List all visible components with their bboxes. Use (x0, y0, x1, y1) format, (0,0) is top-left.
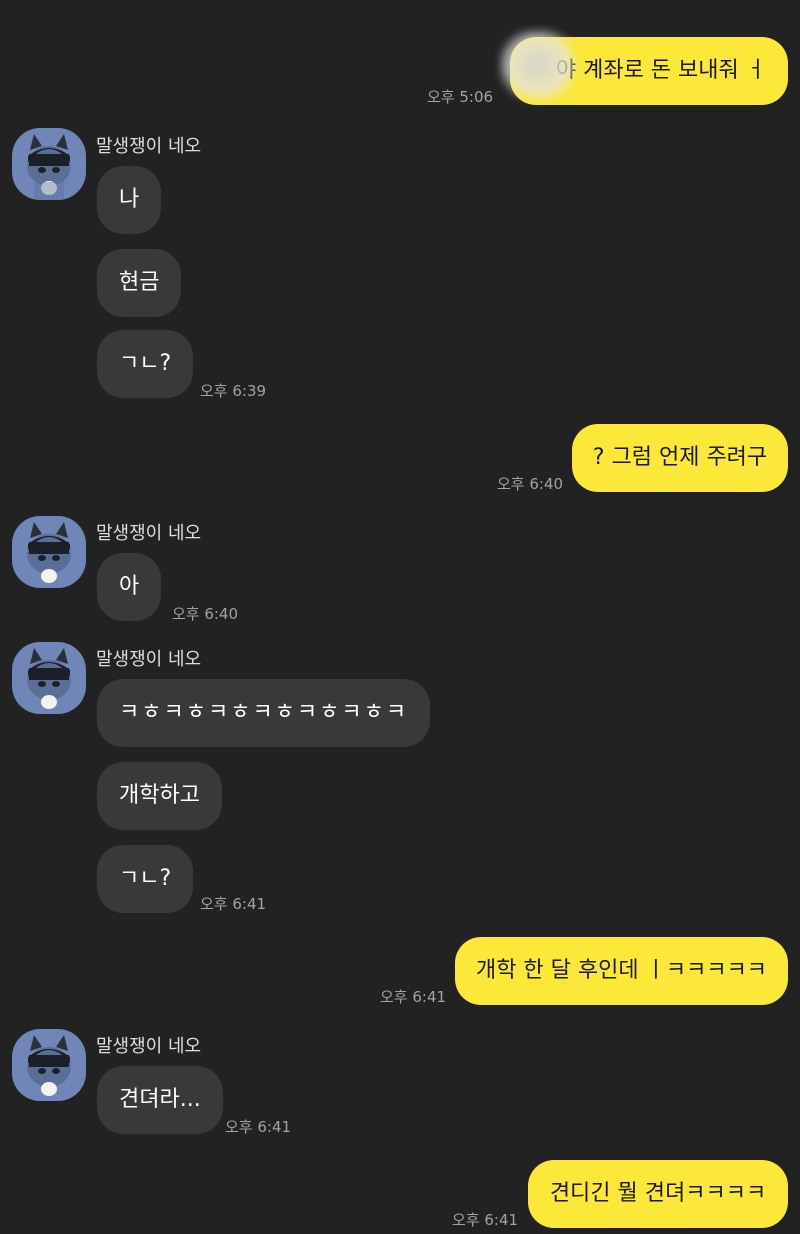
message-time: 오후 6:41 (200, 895, 267, 913)
neo-character-icon (27, 522, 71, 583)
message-text: 아 (119, 574, 140, 599)
redaction-blur (500, 30, 576, 100)
avatar[interactable] (12, 1029, 86, 1101)
incoming-message-bubble[interactable]: 아 (97, 553, 162, 621)
incoming-message-bubble[interactable]: 나 (97, 166, 162, 234)
message-time: 오후 6:41 (452, 1211, 519, 1229)
sender-name: 말생쟁이 네오 (96, 523, 202, 544)
message-time: 오후 6:41 (225, 1118, 292, 1136)
message-text: 견디긴 뭘 견뎌ㅋㅋㅋㅋ (549, 1181, 767, 1206)
message-text: ㄱㄴ? (119, 351, 172, 376)
incoming-message-bubble[interactable]: ㄱㄴ? (97, 845, 194, 913)
neo-character-icon (27, 648, 71, 709)
incoming-message-bubble[interactable]: ㅋㅎㅋㅎㅋㅎㅋㅎㅋㅎㅋㅎㅋ (97, 679, 431, 747)
avatar[interactable] (12, 128, 86, 200)
neo-character-icon (27, 134, 71, 200)
message-text: 견뎌라... (119, 1087, 201, 1112)
message-time: 오후 6:41 (380, 988, 447, 1006)
message-time: 오후 6:40 (497, 475, 564, 493)
incoming-message-bubble[interactable]: ㄱㄴ? (97, 330, 194, 398)
message-text: ㅋㅎㅋㅎㅋㅎㅋㅎㅋㅎㅋㅎㅋ (119, 700, 409, 725)
chat-area: 야 계좌로 돈 보내줘 ㅓ 오후 5:06 말생쟁이 네오 나 현금 ㄱㄴ? 오… (0, 0, 800, 1234)
message-time: 오후 6:39 (200, 382, 267, 400)
message-text: ? 그럼 언제 주려구 (592, 445, 768, 470)
avatar[interactable] (12, 642, 86, 714)
outgoing-message-bubble[interactable]: ? 그럼 언제 주려구 (572, 424, 788, 492)
message-text: 개학 한 달 후인데 ㅣㅋㅋㅋㅋㅋ (475, 958, 768, 983)
incoming-message-bubble[interactable]: 현금 (97, 249, 182, 317)
avatar[interactable] (12, 516, 86, 588)
message-text: 나 (119, 187, 140, 212)
sender-name: 말생쟁이 네오 (96, 136, 202, 157)
incoming-message-bubble[interactable]: 개학하고 (97, 762, 222, 830)
incoming-message-bubble[interactable]: 견뎌라... (97, 1066, 223, 1134)
message-time: 오후 6:40 (172, 605, 239, 623)
message-text: 야 계좌로 돈 보내줘 ㅓ (555, 58, 766, 83)
outgoing-message-bubble[interactable]: 견디긴 뭘 견뎌ㅋㅋㅋㅋ (528, 1160, 788, 1228)
sender-name: 말생쟁이 네오 (96, 649, 202, 670)
message-time: 오후 5:06 (427, 88, 494, 106)
neo-character-icon (27, 1035, 71, 1096)
message-text: ㄱㄴ? (119, 866, 172, 891)
outgoing-message-bubble[interactable]: 개학 한 달 후인데 ㅣㅋㅋㅋㅋㅋ (455, 937, 788, 1005)
message-text: 현금 (119, 270, 160, 295)
message-text: 개학하고 (119, 783, 200, 808)
sender-name: 말생쟁이 네오 (96, 1036, 202, 1057)
